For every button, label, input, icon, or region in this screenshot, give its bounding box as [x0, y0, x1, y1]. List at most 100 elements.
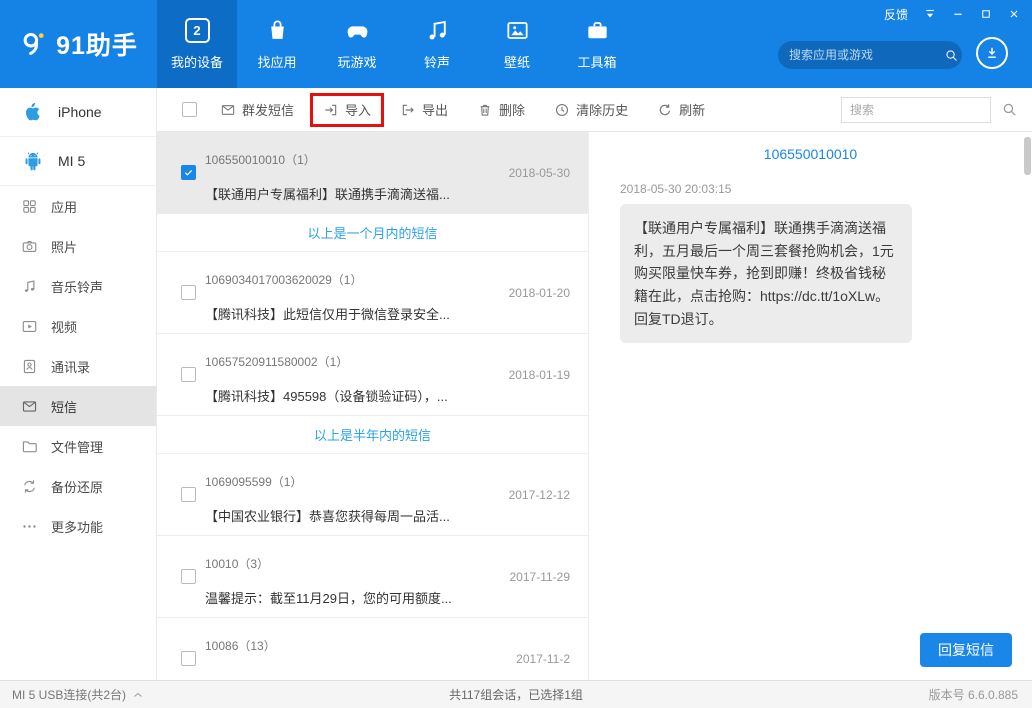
clear-history-button[interactable]: 清除历史 — [541, 93, 641, 127]
sidebar-item-photos[interactable]: 照片 — [0, 226, 156, 266]
sidebar-item-label: 视频 — [51, 317, 77, 336]
select-all-checkbox[interactable] — [182, 102, 197, 117]
export-icon — [400, 102, 416, 118]
scrollbar-thumb[interactable] — [1024, 137, 1031, 175]
sidebar-item-video[interactable]: 视频 — [0, 306, 156, 346]
refresh-icon — [657, 102, 673, 118]
delete-button[interactable]: 删除 — [464, 93, 538, 127]
chevron-up-icon — [132, 689, 144, 701]
sidebar-item-label: 更多功能 — [51, 517, 103, 536]
my-device-icon: 2 — [185, 18, 210, 43]
device-status[interactable]: MI 5 USB连接(共2台) — [12, 686, 144, 703]
nav-tab-my-device[interactable]: 2我的设备 — [157, 0, 237, 88]
refresh-button[interactable]: 刷新 — [644, 93, 718, 127]
message-date: 2018-01-19 — [509, 368, 570, 382]
message-preview: 【联通用户专属福利】联通携手滴滴送福... — [205, 184, 572, 203]
download-manager-button[interactable] — [976, 37, 1008, 69]
sidebar-item-label: 通讯录 — [51, 357, 90, 376]
message-list-item[interactable]: 1069095599（1）2017-12-12【中国农业银行】恭喜您获得每周一品… — [157, 454, 588, 536]
app-search-box[interactable] — [778, 41, 962, 69]
device-count-badge: 2 — [193, 23, 200, 38]
list-date-separator: 以上是一个月内的短信 — [157, 214, 588, 252]
video-icon — [21, 318, 38, 335]
nav-tab-games[interactable]: 玩游戏 — [317, 0, 397, 88]
import-button[interactable]: 导入 — [310, 93, 384, 127]
sidebar: iPhone MI 5 应用照片音乐铃声视频通讯录短信文件管理备份还原更多功能 — [0, 88, 157, 680]
nav-tab-toolbox[interactable]: 工具箱 — [557, 0, 637, 88]
list-search-input[interactable] — [841, 97, 991, 123]
apps-icon — [21, 198, 38, 215]
message-checkbox[interactable] — [181, 651, 196, 666]
pin-to-top-icon[interactable] — [924, 8, 936, 20]
conversation-title: 106550010010 — [589, 146, 1032, 162]
message-list-item[interactable]: 106550010010（1）2018-05-30【联通用户专属福利】联通携手滴… — [157, 132, 588, 214]
message-checkbox[interactable] — [181, 569, 196, 584]
sidebar-item-contacts[interactable]: 通讯录 — [0, 346, 156, 386]
message-date: 2017-12-12 — [509, 488, 570, 502]
nav-tab-wallpapers[interactable]: 壁纸 — [477, 0, 557, 88]
toolbar-buttons: 群发短信 导入导出删除清除历史刷新 — [207, 93, 721, 127]
toolbar-button-label: 导入 — [345, 100, 371, 119]
backup-icon — [21, 478, 38, 495]
sidebar-device-mi5[interactable]: MI 5 — [0, 137, 156, 186]
apple-icon — [22, 101, 44, 123]
device-label: iPhone — [58, 104, 102, 120]
main-nav: 2我的设备找应用玩游戏铃声壁纸工具箱 — [157, 0, 637, 88]
more-icon — [21, 518, 38, 535]
message-checkbox[interactable] — [181, 367, 196, 382]
sidebar-item-label: 短信 — [51, 397, 77, 416]
reply-sms-button[interactable]: 回复短信 — [920, 633, 1012, 667]
logo-icon — [19, 29, 49, 59]
scrollbar[interactable] — [1024, 134, 1031, 678]
photos-icon — [21, 238, 38, 255]
mass-sms-icon — [220, 102, 236, 118]
games-icon — [345, 18, 370, 43]
device-status-label: MI 5 USB连接(共2台) — [12, 686, 126, 703]
search-icon[interactable] — [944, 48, 959, 63]
status-bar: 共117组会话，已选择1组 MI 5 USB连接(共2台) 版本号 6.6.0.… — [0, 680, 1032, 708]
message-list-item[interactable]: 10010（3）2017-11-29温馨提示：截至11月29日，您的可用额度..… — [157, 536, 588, 618]
sidebar-item-sms[interactable]: 短信 — [0, 386, 156, 426]
message-checkbox[interactable] — [181, 165, 196, 180]
mass-sms-button[interactable]: 群发短信 — [207, 93, 307, 127]
version-label: 版本号 6.6.0.885 — [929, 686, 1018, 703]
window-controls: 反馈 — [884, 0, 1032, 24]
message-list-item[interactable]: 1069034017003620029（1）2018-01-20【腾讯科技】此短… — [157, 252, 588, 334]
feedback-button[interactable]: 反馈 — [884, 6, 908, 23]
message-number: 10657520911580002（1） — [205, 353, 348, 370]
export-button[interactable]: 导出 — [387, 93, 461, 127]
conversation-pane: 106550010010 2018-05-30 20:03:15 【联通用户专属… — [589, 132, 1032, 680]
message-preview: 【腾讯科技】495598（设备锁验证码），... — [205, 386, 572, 405]
sms-toolbar: 群发短信 导入导出删除清除历史刷新 — [157, 88, 1032, 132]
message-checkbox[interactable] — [181, 487, 196, 502]
find-apps-icon — [265, 18, 290, 43]
wallpaper-icon — [505, 18, 530, 43]
list-date-separator: 以上是半年内的短信 — [157, 416, 588, 454]
search-icon[interactable] — [1001, 101, 1018, 118]
android-icon — [22, 150, 44, 172]
message-bubble: 【联通用户专属福利】联通携手滴滴送福利，五月最后一个周三套餐抢购机会，1元购买限… — [620, 204, 912, 343]
message-number: 10086（13） — [205, 637, 276, 654]
app-search-input[interactable] — [789, 48, 944, 62]
maximize-icon[interactable] — [980, 8, 992, 20]
message-checkbox[interactable] — [181, 285, 196, 300]
nav-tab-find-apps[interactable]: 找应用 — [237, 0, 317, 88]
nav-tab-ringtones[interactable]: 铃声 — [397, 0, 477, 88]
conversation-list: 106550010010（1）2018-05-30【联通用户专属福利】联通携手滴… — [157, 132, 589, 680]
sidebar-item-more[interactable]: 更多功能 — [0, 506, 156, 546]
message-list-item[interactable]: 10086（13） 2017-11-2 — [157, 618, 588, 680]
close-icon[interactable] — [1008, 8, 1020, 20]
app-logo: 91助手 — [0, 0, 157, 88]
sidebar-item-music[interactable]: 音乐铃声 — [0, 266, 156, 306]
toolbar-button-label: 群发短信 — [242, 100, 294, 119]
app-title: 91助手 — [56, 26, 138, 62]
sidebar-item-backup[interactable]: 备份还原 — [0, 466, 156, 506]
sidebar-device-iphone[interactable]: iPhone — [0, 88, 156, 137]
sidebar-item-label: 文件管理 — [51, 437, 103, 456]
message-list-item[interactable]: 10657520911580002（1） 2018-01-19 【腾讯科技】4955… — [157, 334, 588, 416]
minimize-icon[interactable] — [952, 8, 964, 20]
message-date: 2017-11-2 — [516, 652, 570, 666]
sidebar-item-files[interactable]: 文件管理 — [0, 426, 156, 466]
message-timestamp: 2018-05-30 20:03:15 — [620, 182, 731, 196]
sidebar-item-apps[interactable]: 应用 — [0, 186, 156, 226]
